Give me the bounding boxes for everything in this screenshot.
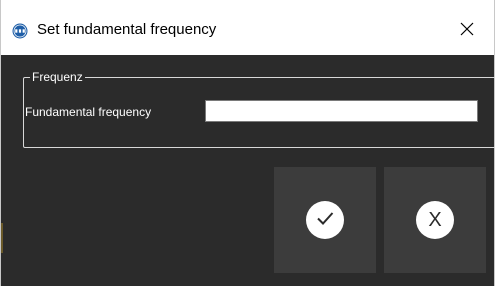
- checkmark-icon: [314, 207, 336, 234]
- dialog-window: Set fundamental frequency Frequenz Funda…: [0, 0, 495, 286]
- ok-button-circle: [306, 201, 344, 239]
- x-icon: X: [428, 209, 442, 231]
- cancel-button[interactable]: X: [384, 167, 486, 273]
- dialog-body: Frequenz Fundamental frequency X: [1, 55, 495, 286]
- title-bar: Set fundamental frequency: [1, 0, 494, 55]
- fundamental-frequency-input[interactable]: [205, 100, 478, 122]
- ok-button[interactable]: [274, 167, 376, 273]
- window-title: Set fundamental frequency: [37, 21, 217, 38]
- fundamental-frequency-label: Fundamental frequency: [25, 105, 152, 119]
- groupbox-legend: Frequenz: [30, 69, 85, 85]
- cancel-button-circle: X: [416, 201, 454, 239]
- close-icon: [460, 22, 474, 41]
- pce-logo-icon: [12, 23, 28, 39]
- close-button[interactable]: [447, 16, 487, 46]
- edge-artifact: [1, 223, 3, 253]
